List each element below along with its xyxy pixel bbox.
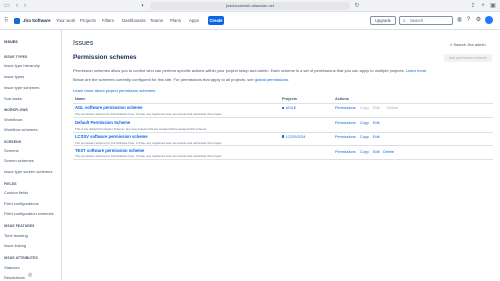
permissions-link[interactable]: Permissions [335,135,356,139]
copy-link[interactable]: Copy [360,150,369,154]
settings-gear-icon[interactable]: ⚙ [475,17,482,24]
sidebar-item-issue-type-hierarchy[interactable]: Issue type hierarchy [4,63,40,68]
sidebar-item-screens[interactable]: Screens [4,148,19,153]
edit-link[interactable]: Edit [373,135,380,139]
description-paragraph-2: Below are the schemes currently configur… [73,77,290,82]
sidebar-item-screen-schemes[interactable]: Screen schemes [4,158,34,163]
column-actions: Actions [335,97,349,101]
scheme-description: The permission scheme for Jira Software … [75,140,223,145]
nav-apps[interactable]: Apps [189,12,199,30]
scheme-name-link[interactable]: Default Permission Scheme [75,120,130,125]
sidebar-item-issue-type-screen-schemes[interactable]: Issue type screen schemes [4,169,52,174]
sidebar-heading-screens: SCREENS [4,140,22,144]
notifications-icon[interactable]: ◍ [456,17,463,24]
sidebar-heading-workflows: WORKFLOWS [4,108,28,112]
description-paragraph-1: Permission schemes allow you to control … [73,68,427,73]
project-icon [282,135,285,138]
nav-filters[interactable]: Filters [102,12,114,30]
delete-link: Delete [387,106,398,110]
product-name[interactable]: Jira Software [23,12,51,30]
project-link[interactable]: LCSSV2024 [282,135,305,139]
app-switcher-icon[interactable]: ⠿ [4,12,8,30]
learn-more-schemes-link[interactable]: Learn more about project permission sche… [73,88,155,93]
arrow-left-icon[interactable]: ‹ [14,3,20,9]
project-link[interactable]: AGILE [282,106,296,110]
copy-link[interactable]: Copy [360,135,369,139]
section-title: Permission schemes [73,54,137,61]
sidebar-item-workflow-schemes[interactable]: Workflow schemes [4,127,38,132]
table-row: TEST software permission scheme The perm… [73,146,493,160]
add-permission-scheme-button[interactable]: Add permission scheme [444,54,492,62]
column-projects: Projects [282,97,297,101]
search-icon: ⌕ [403,18,406,24]
sidebar-heading-issue-types: ISSUE TYPES [4,55,28,59]
search-jira-admin-link[interactable]: ⌕ Search Jira admin [450,42,486,47]
scheme-name-link[interactable]: AGL software permission scheme [75,105,142,110]
copy-link[interactable]: Copy [360,121,369,125]
edit-link[interactable]: Edit [373,150,380,154]
nav-your-work[interactable]: Your work [56,12,75,30]
learn-more-link[interactable]: Learn more [406,68,426,73]
shield-icon[interactable]: ◐ [140,3,146,9]
sidebar-item-issue-types[interactable]: Issue types [4,74,24,79]
sidebar-item-field-configuration-schemes[interactable]: Field configuration schemes [4,211,54,216]
sidebar-heading-fields: FIELDS [4,182,17,186]
tabs-overview-icon[interactable]: ▣ [490,3,496,9]
avatar[interactable] [485,16,493,24]
sidebar-item-resolutions[interactable]: Resolutions [4,275,25,280]
edit-link: Edit [373,106,380,110]
sidebar-item-issue-linking[interactable]: Issue linking [4,243,26,248]
copy-link: Copy [360,106,369,110]
table-header: Name Projects Actions [73,97,493,104]
scheme-description: The permission scheme for Jira Software … [75,111,223,116]
table-row: LCSSV software permission scheme The per… [73,133,493,146]
delete-link[interactable]: Delete [383,150,394,154]
new-tab-icon[interactable]: + [480,3,486,9]
share-icon[interactable]: ⇪ [470,3,476,9]
jira-logo-icon[interactable] [14,18,20,24]
sidebar-toggle-icon[interactable]: ▭ [4,3,10,9]
sidebar-heading-issue-features: ISSUE FEATURES [4,224,35,228]
nav-teams[interactable]: Teams [150,12,163,30]
search-placeholder: Search [410,18,424,23]
help-icon[interactable]: ? [465,17,472,24]
help-widget-icon[interactable]: ◎ [28,272,32,278]
global-permissions-link[interactable]: global permissions. [255,77,289,82]
sidebar-item-sub-tasks[interactable]: Sub-tasks [4,96,22,101]
table-row: AGL software permission scheme The permi… [73,105,493,118]
browser-toolbar: ▭ ‹ › ◐ jiracloudwebb.atlassian.net ↻ ⇪ … [0,0,500,12]
create-button[interactable]: Create [208,16,224,25]
sidebar-item-field-configurations[interactable]: Field configurations [4,201,39,206]
edit-link[interactable]: Edit [373,121,380,125]
upgrade-button[interactable]: Upgrade [370,16,396,25]
scheme-name-link[interactable]: TEST software permission scheme [75,148,144,153]
permissions-link[interactable]: Permissions [335,121,356,125]
sidebar-item-time-tracking[interactable]: Time tracking [4,233,28,238]
sidebar-item-workflows[interactable]: Workflows [4,117,22,122]
search-input[interactable]: ⌕ Search [399,16,453,25]
project-icon [282,106,285,110]
url-bar[interactable]: jiracloudwebb.atlassian.net [150,2,350,10]
sidebar-item-custom-fields[interactable]: Custom fields [4,190,28,195]
sidebar-title: ISSUES [4,40,18,44]
column-name: Name [75,97,86,101]
admin-sidebar: ISSUES ISSUE TYPES Issue type hierarchy … [0,30,62,281]
nav-plans[interactable]: Plans [170,12,181,30]
permissions-link[interactable]: Permissions [335,150,356,154]
sidebar-item-issue-type-schemes[interactable]: Issue type schemes [4,85,39,90]
sidebar-heading-issue-attributes: ISSUE ATTRIBUTES [4,256,38,260]
reload-icon[interactable]: ↻ [354,3,360,9]
page-title: Issues [73,40,94,47]
scheme-description: The permission scheme for Jira Software … [75,154,223,158]
sidebar-item-statuses[interactable]: Statuses [4,265,20,270]
permissions-link[interactable]: Permissions [335,106,356,110]
nav-projects[interactable]: Projects [80,12,96,30]
scheme-name-link[interactable]: LCSSV software permission scheme [75,134,148,139]
nav-dashboards[interactable]: Dashboards [122,12,146,30]
scheme-description: This is the default Permission Scheme. A… [75,126,207,131]
arrow-right-icon[interactable]: › [22,3,28,9]
top-navigation: ⠿ Jira Software Your work Projects Filte… [0,12,500,30]
table-row: Default Permission Scheme This is the de… [73,119,493,133]
